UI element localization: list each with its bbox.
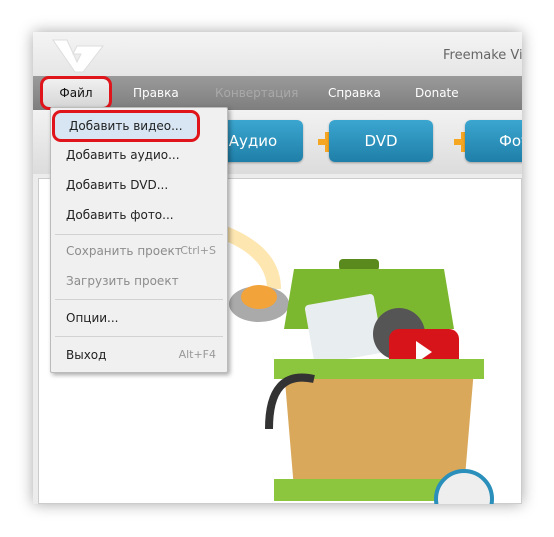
menu-separator <box>55 234 223 235</box>
menu-item-add-photo[interactable]: Добавить фото... <box>52 202 226 228</box>
menu-item-add-audio[interactable]: Добавить аудио... <box>52 142 226 168</box>
menu-item-exit[interactable]: Выход Alt+F4 <box>52 342 226 368</box>
media-box-illustration <box>214 222 494 504</box>
item-label: Добавить видео... <box>69 119 183 133</box>
button-label: DVD <box>364 132 398 150</box>
add-photo-button[interactable]: Фото <box>465 120 522 162</box>
shortcut: Alt+F4 <box>178 348 216 361</box>
item-label: Добавить DVD... <box>66 178 169 192</box>
title-bar: Freemake Vic <box>33 32 522 76</box>
menu-convert[interactable]: Конвертация <box>215 86 298 100</box>
menu-item-options[interactable]: Опции... <box>52 305 226 331</box>
menu-separator <box>55 336 223 337</box>
window-title: Freemake Vic <box>443 48 522 63</box>
menu-item-add-dvd[interactable]: Добавить DVD... <box>52 172 226 198</box>
menu-edit[interactable]: Правка <box>133 86 179 100</box>
menu-item-save-project[interactable]: Сохранить проект Ctrl+S <box>52 238 226 264</box>
menu-file[interactable]: Файл <box>40 76 112 110</box>
item-label: Добавить фото... <box>66 208 174 222</box>
menu-separator <box>55 299 223 300</box>
menu-donate[interactable]: Donate <box>415 86 459 100</box>
button-label: Фото <box>499 132 522 150</box>
item-label: Добавить аудио... <box>66 148 180 162</box>
item-label: Опции... <box>66 311 119 325</box>
item-label: Выход <box>66 348 107 362</box>
shortcut: Ctrl+S <box>180 244 216 257</box>
freemake-logo <box>52 39 105 73</box>
menu-bar: Файл Правка Конвертация Справка Donate <box>33 76 522 110</box>
menu-item-add-video[interactable]: Добавить видео... <box>52 110 200 142</box>
item-label: Загрузить проект <box>66 274 179 288</box>
item-label: Сохранить проект <box>66 244 182 258</box>
add-dvd-button[interactable]: DVD <box>329 120 433 162</box>
menu-help[interactable]: Справка <box>328 86 381 100</box>
file-menu-dropdown: Добавить видео... Добавить аудио... Доба… <box>50 107 228 373</box>
button-label: Аудио <box>228 132 278 150</box>
menu-item-load-project[interactable]: Загрузить проект <box>52 268 226 294</box>
